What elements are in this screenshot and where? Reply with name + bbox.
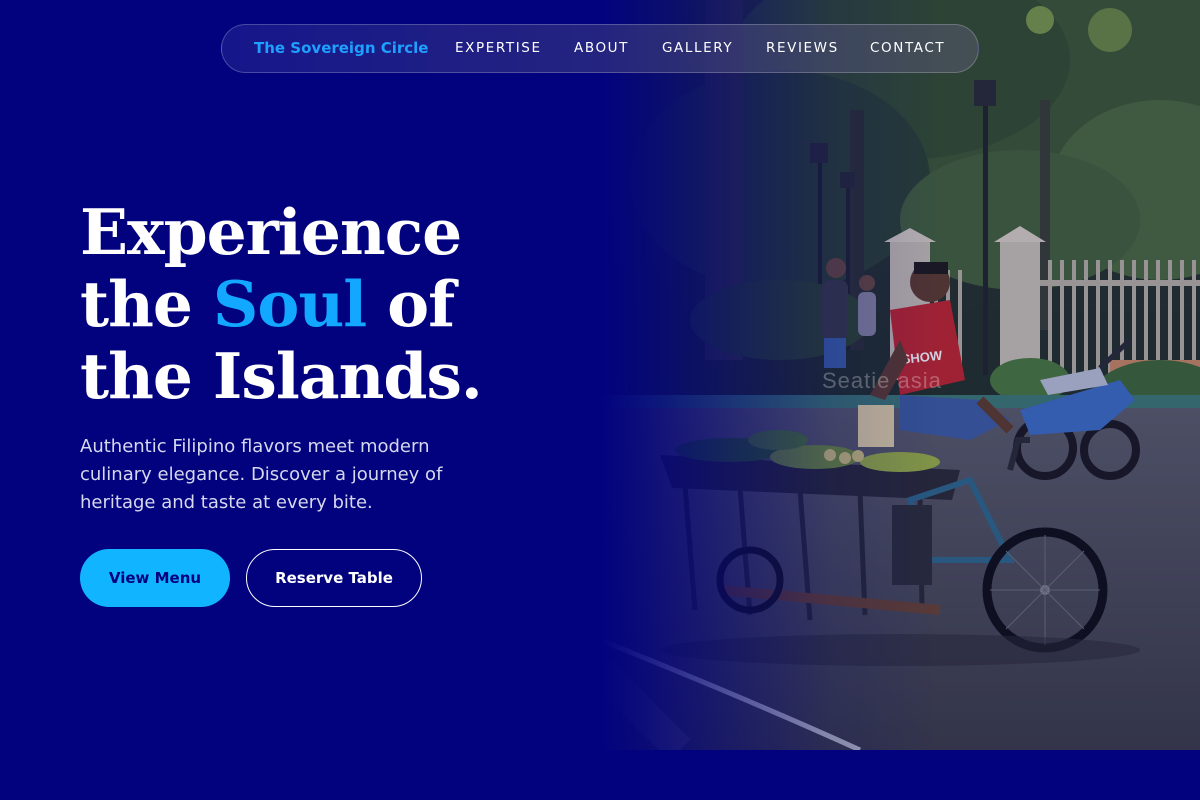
brand-logo-link[interactable]: The Sovereign Circle bbox=[254, 39, 428, 57]
hero-headline: Experience the Soul of the Islands. bbox=[80, 195, 483, 413]
headline-line-2-suffix: of bbox=[366, 267, 455, 341]
top-navigation: The Sovereign Circle EXPERTISE ABOUT GAL… bbox=[221, 24, 979, 73]
view-menu-button[interactable]: View Menu bbox=[80, 549, 230, 607]
nav-link-gallery[interactable]: GALLERY bbox=[662, 40, 733, 56]
headline-line-3: the Islands. bbox=[80, 339, 483, 413]
nav-link-reviews[interactable]: REVIEWS bbox=[766, 40, 839, 56]
headline-accent-word: Soul bbox=[212, 267, 367, 341]
hero-section: SHOW Seatie asia The Sovereign Circle EX… bbox=[0, 0, 1200, 800]
headline-line-2-prefix: the bbox=[80, 267, 213, 341]
headline-line-1: Experience bbox=[80, 195, 462, 269]
image-watermark: Seatie asia bbox=[822, 368, 942, 393]
nav-link-contact[interactable]: CONTACT bbox=[870, 40, 945, 56]
hero-image: SHOW Seatie asia bbox=[600, 0, 1200, 750]
reserve-table-button[interactable]: Reserve Table bbox=[246, 549, 422, 607]
nav-link-about[interactable]: ABOUT bbox=[574, 40, 629, 56]
nav-link-expertise[interactable]: EXPERTISE bbox=[455, 40, 542, 56]
hero-description: Authentic Filipino flavors meet modern c… bbox=[80, 436, 443, 513]
